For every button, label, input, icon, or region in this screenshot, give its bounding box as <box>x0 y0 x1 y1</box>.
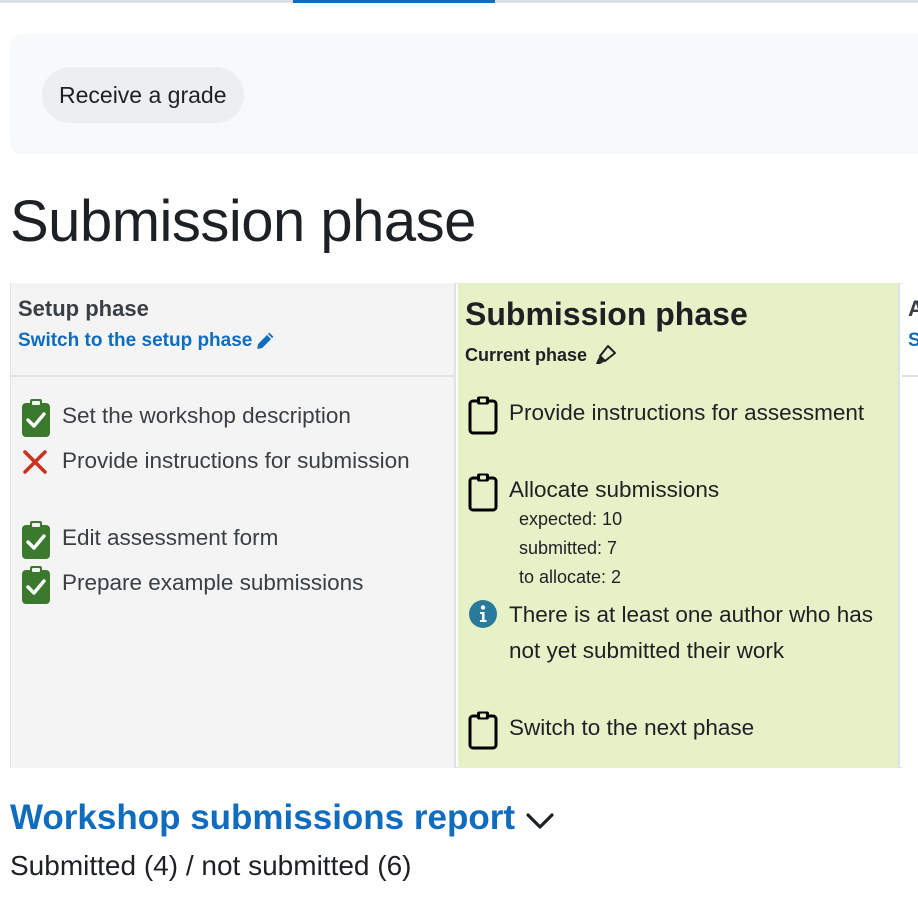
allocation-details: expected: 10 submitted: 7 to allocate: 2 <box>519 505 622 592</box>
assessment-phase-column: A S <box>902 283 918 768</box>
submission-summary: Submitted (4) / not submitted (6) <box>10 850 412 881</box>
assessment-phase-title: A <box>908 296 918 321</box>
clipboard-icon <box>468 473 498 512</box>
clipboard-icon <box>468 711 498 750</box>
clipboard-check-icon <box>22 399 50 437</box>
cross-icon <box>23 450 47 474</box>
info-icon <box>469 600 497 628</box>
to-allocate-count: to allocate: 2 <box>519 567 622 587</box>
activity-dates-panel: Receive a grade <box>10 34 918 154</box>
current-phase-indicator: Current phase <box>465 344 617 366</box>
switch-to-setup-label: Switch to the setup phase <box>18 330 253 351</box>
submission-phase-title: Submission phase <box>465 296 748 332</box>
setup-phase-title: Setup phase <box>18 296 149 321</box>
user-plan-phases: Setup phase Switch to the setup phase Se… <box>10 283 918 768</box>
assessment-phase-header: A S <box>902 283 918 377</box>
active-tab-indicator <box>293 0 495 3</box>
highlighter-icon <box>596 345 617 364</box>
chevron-down-icon <box>526 813 554 829</box>
task-label: Edit assessment form <box>62 525 279 550</box>
task-label: Allocate submissions <box>509 477 720 502</box>
submissions-report-toggle[interactable]: Workshop submissions report <box>10 798 555 838</box>
setup-phase-header: Setup phase Switch to the setup phase <box>11 283 454 377</box>
clipboard-check-icon <box>22 566 50 604</box>
clipboard-check-icon <box>22 521 50 559</box>
current-phase-label: Current phase <box>465 344 588 365</box>
switch-to-setup-link[interactable]: Switch to the setup phase <box>18 330 276 352</box>
task-label: Switch to the next phase <box>509 715 755 740</box>
switch-to-assessment-link[interactable]: S <box>908 330 918 352</box>
submissions-report-title: Workshop submissions report <box>10 798 515 837</box>
expected-count: expected: 10 <box>519 509 623 529</box>
submission-phase-header: Submission phase Current phase <box>458 283 898 377</box>
setup-phase-column: Setup phase Switch to the setup phase Se… <box>11 283 456 768</box>
submission-phase-column: Submission phase Current phase Provide i… <box>458 283 900 768</box>
task-label: There is at least one author who has not… <box>509 602 873 663</box>
submitted-count: submitted: 7 <box>519 538 618 558</box>
task-label: Prepare example submissions <box>62 570 364 595</box>
receive-grade-badge[interactable]: Receive a grade <box>42 67 244 123</box>
page-title: Submission phase <box>10 189 476 254</box>
task-label: Set the workshop description <box>62 403 351 428</box>
clipboard-icon <box>468 396 498 435</box>
task-label: Provide instructions for assessment <box>509 400 865 425</box>
task-label: Provide instructions for submission <box>62 448 410 473</box>
pencil-icon <box>257 332 274 349</box>
